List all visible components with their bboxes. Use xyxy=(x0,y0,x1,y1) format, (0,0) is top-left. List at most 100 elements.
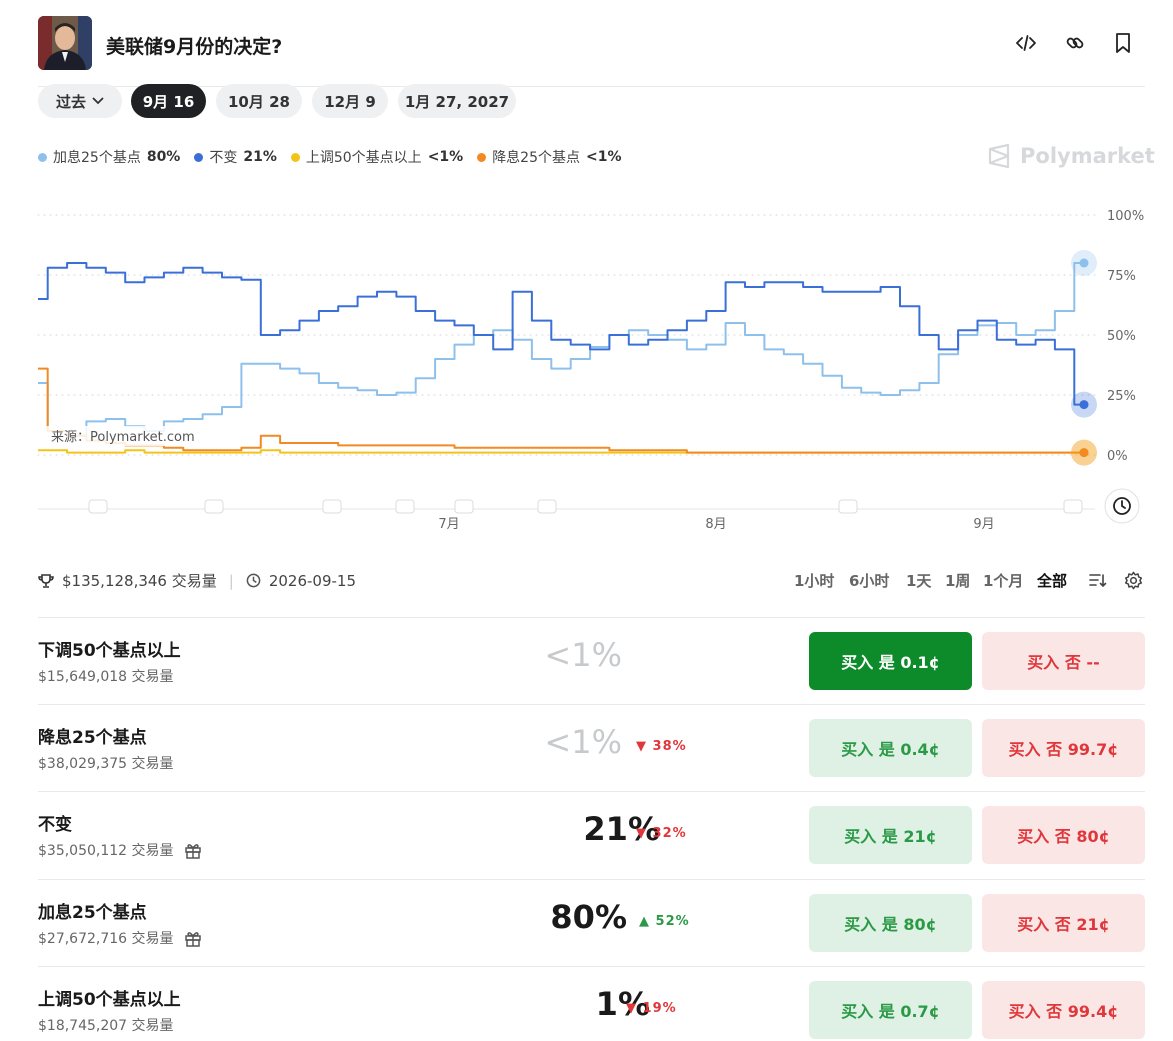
change-value: 38% xyxy=(652,739,687,754)
series-line xyxy=(38,262,1084,437)
gift-icon[interactable] xyxy=(184,842,202,859)
bookmark-icon[interactable] xyxy=(1110,30,1136,56)
timeline-handle[interactable] xyxy=(395,499,415,514)
legend-dot xyxy=(38,152,47,162)
range-1h[interactable]: 1小时 xyxy=(794,570,834,591)
outcome-volume-text: $38,029,375 交易量 xyxy=(38,756,174,772)
range-1d[interactable]: 1天 xyxy=(906,570,931,591)
chevron-down-icon xyxy=(92,97,104,105)
timeline-handle[interactable] xyxy=(838,499,858,514)
timeline-handle[interactable] xyxy=(1063,499,1083,514)
outcome-volume-text: $35,050,112 交易量 xyxy=(38,843,174,859)
clock-icon xyxy=(246,573,261,588)
legend-dot xyxy=(290,152,300,162)
timeline-handle[interactable] xyxy=(322,499,342,514)
legend-value: <1% xyxy=(586,149,622,165)
outcome-row-no-change[interactable]: 不变 $35,050,112 交易量 21% ▼ 32% 买入 是 21¢ 买入… xyxy=(38,791,1145,878)
settings-gear-icon[interactable] xyxy=(1124,571,1143,594)
range-6h[interactable]: 6小时 xyxy=(849,570,889,591)
outcome-volume-text: $27,672,716 交易量 xyxy=(38,931,174,947)
range-all[interactable]: 全部 xyxy=(1037,570,1067,591)
source-text: 来源：Polymarket.com xyxy=(51,430,195,445)
trophy-icon xyxy=(38,573,54,588)
outcome-volume-text: $15,649,018 交易量 xyxy=(38,669,174,685)
link-icon[interactable] xyxy=(1062,30,1088,56)
source-label: 来源：Polymarket.com xyxy=(45,426,200,446)
total-volume: $135,128,346 交易量 xyxy=(62,572,217,590)
legend-item: 加息25个基点 80% xyxy=(38,147,180,167)
outcome-row-cut-50[interactable]: 下调50个基点以上 $15,649,018 交易量 <1% 买入 是 0.1¢ … xyxy=(38,617,1145,704)
buy-no-button[interactable]: 买入 否 99.7¢ xyxy=(982,719,1145,777)
legend-item: 不变 21% xyxy=(194,147,277,167)
up-arrow-icon: ▲ xyxy=(639,914,656,929)
change-value: 52% xyxy=(655,914,690,929)
outcome-name: 不变 xyxy=(38,815,72,835)
y-tick-label: 25% xyxy=(1107,389,1136,404)
outcome-volume-text: $18,745,207 交易量 xyxy=(38,1018,174,1034)
buy-no-button[interactable]: 买入 否 80¢ xyxy=(982,806,1145,864)
buy-no-button[interactable]: 买入 否 -- xyxy=(982,632,1145,690)
tab-dec-9[interactable]: 12月 9 xyxy=(312,84,388,118)
outcome-name: 上调50个基点以上 xyxy=(38,990,181,1010)
history-clock-icon[interactable] xyxy=(1104,488,1140,524)
y-tick-label: 0% xyxy=(1107,449,1128,464)
tab-jan-27-2027[interactable]: 1月 27, 2027 xyxy=(398,84,516,118)
market-avatar xyxy=(38,16,92,70)
range-1m[interactable]: 1个月 xyxy=(983,570,1023,591)
legend-value: <1% xyxy=(427,149,464,165)
outcome-row-cut-25[interactable]: 降息25个基点 $38,029,375 交易量 <1% ▼ 38% 买入 是 0… xyxy=(38,704,1145,791)
polymarket-logo-icon xyxy=(988,143,1010,169)
outcome-row-hike-50[interactable]: 上调50个基点以上 $18,745,207 交易量 1% ▼ 19% 买入 是 … xyxy=(38,966,1145,1041)
chart-lines xyxy=(38,262,1084,454)
legend-value: 21% xyxy=(243,149,277,165)
outcome-change: ▼ 19% xyxy=(626,1001,677,1016)
buy-yes-button[interactable]: 买入 是 0.7¢ xyxy=(809,981,972,1039)
outcome-volume: $38,029,375 交易量 xyxy=(38,753,174,773)
gift-icon[interactable] xyxy=(184,930,202,947)
legend-label: 降息25个基点 xyxy=(492,150,581,166)
tab-sep-16[interactable]: 9月 16 xyxy=(131,84,206,118)
x-tick-label: 9月 xyxy=(973,517,994,532)
legend-dot xyxy=(477,152,487,162)
series-endpoint xyxy=(1079,448,1089,458)
outcome-volume: $27,672,716 交易量 xyxy=(38,928,202,948)
x-axis: 7月 8月 9月 xyxy=(438,517,994,532)
tab-past[interactable]: 过去 xyxy=(38,84,122,118)
page-title: 美联储9月份的决定? xyxy=(106,36,283,58)
buy-no-button[interactable]: 买入 否 21¢ xyxy=(982,894,1145,952)
market-stats: $135,128,346 交易量 | 2026-09-15 xyxy=(38,570,356,591)
outcome-probability: <1% xyxy=(544,636,622,674)
y-tick-label: 50% xyxy=(1107,329,1136,344)
outcome-volume: $18,745,207 交易量 xyxy=(38,1015,174,1035)
outcome-row-hike-25[interactable]: 加息25个基点 $27,672,716 交易量 80% ▲ 52% 买入 是 8… xyxy=(38,879,1145,966)
outcome-name: 加息25个基点 xyxy=(38,903,147,923)
outcome-change: ▲ 52% xyxy=(639,914,690,929)
stats-separator: | xyxy=(228,571,234,590)
buy-yes-button[interactable]: 买入 是 0.4¢ xyxy=(809,719,972,777)
timeline-handle[interactable] xyxy=(88,499,108,514)
x-tick-label: 8月 xyxy=(705,517,726,532)
tab-label: 过去 xyxy=(55,92,86,111)
series-endpoint xyxy=(1079,400,1089,410)
range-1w[interactable]: 1周 xyxy=(945,570,970,591)
timeline-handle[interactable] xyxy=(537,499,557,514)
buy-yes-button[interactable]: 买入 是 0.1¢ xyxy=(809,632,972,690)
embed-code-icon[interactable] xyxy=(1013,30,1039,56)
timeline-handles[interactable] xyxy=(88,499,1083,514)
tab-oct-28[interactable]: 10月 28 xyxy=(216,84,302,118)
sort-icon[interactable] xyxy=(1088,571,1107,593)
buy-no-button[interactable]: 买入 否 99.4¢ xyxy=(982,981,1145,1039)
buy-yes-button[interactable]: 买入 是 80¢ xyxy=(809,894,972,952)
legend-item: 上调50个基点以上 <1% xyxy=(290,147,464,167)
down-arrow-icon: ▼ xyxy=(636,739,653,754)
timeline-handle[interactable] xyxy=(204,499,224,514)
brand-name: Polymarket xyxy=(1020,144,1155,168)
legend-value: 80% xyxy=(146,149,181,165)
end-date: 2026-09-15 xyxy=(268,571,356,590)
outcome-name: 下调50个基点以上 xyxy=(38,641,181,661)
legend-dot xyxy=(194,152,204,162)
legend-label: 不变 xyxy=(209,150,238,166)
timeline-handle[interactable] xyxy=(454,499,474,514)
y-tick-label: 100% xyxy=(1107,209,1144,224)
buy-yes-button[interactable]: 买入 是 21¢ xyxy=(809,806,972,864)
